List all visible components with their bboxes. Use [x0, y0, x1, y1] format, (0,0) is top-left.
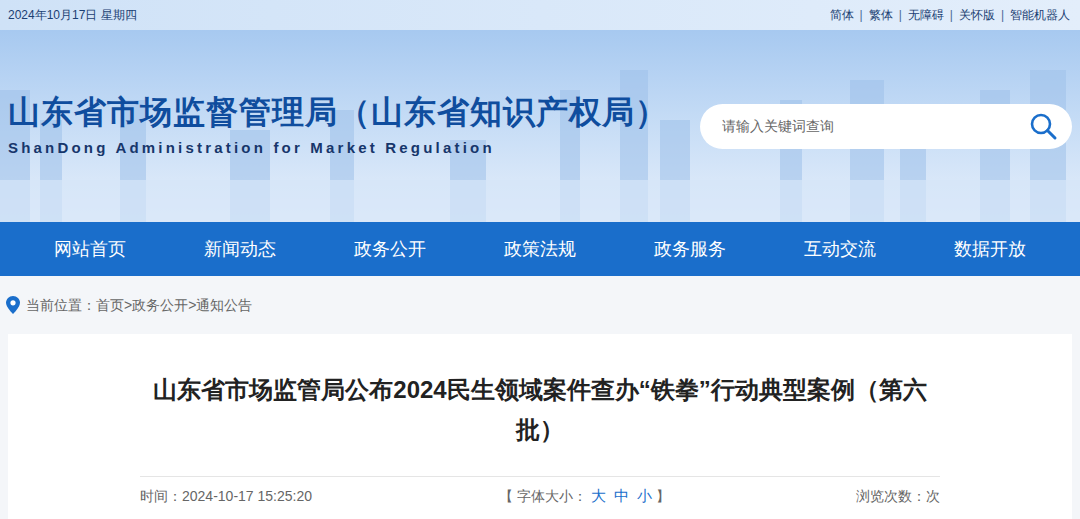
- separator: |: [1001, 6, 1004, 24]
- breadcrumb-item[interactable]: 政务公开: [132, 295, 188, 316]
- font-size-control: 【 字体大小： 大中小 】: [499, 485, 670, 508]
- top-link[interactable]: 简体: [830, 6, 854, 24]
- top-bar: 2024年10月17日 星期四 简体 | 繁体 | 无障碍 | 关怀版 | 智能机器人: [0, 0, 1080, 30]
- separator: |: [899, 6, 902, 24]
- site-title-block: 山东省市场监督管理局（山东省知识产权局） ShanDong Administra…: [8, 93, 668, 160]
- breadcrumb: 当前位置：首页>政务公开>通知公告: [0, 276, 1080, 334]
- banner: 山东省市场监督管理局（山东省知识产权局） ShanDong Administra…: [0, 30, 1080, 222]
- separator: |: [860, 6, 863, 24]
- nav-item[interactable]: 政务服务: [615, 222, 765, 276]
- search-box: [700, 104, 1072, 149]
- nav-item[interactable]: 政策法规: [465, 222, 615, 276]
- top-link[interactable]: 繁体: [869, 6, 893, 24]
- nav-item[interactable]: 互动交流: [765, 222, 915, 276]
- font-size-option[interactable]: 小: [637, 485, 652, 508]
- article-title: 山东省市场监管局公布2024民生领域案件查办“铁拳”行动典型案例（第六批）: [140, 370, 940, 450]
- breadcrumb-separator: >: [188, 295, 196, 316]
- breadcrumb-item[interactable]: 首页: [96, 295, 124, 316]
- nav-item[interactable]: 数据开放: [915, 222, 1065, 276]
- font-size-label: 字体大小：: [517, 486, 587, 507]
- article-meta: 时间：2024-10-17 15:25:20 【 字体大小： 大中小 】 浏览次…: [140, 476, 940, 508]
- breadcrumb-separator: >: [124, 295, 132, 316]
- top-link[interactable]: 智能机器人: [1010, 6, 1070, 24]
- top-link[interactable]: 关怀版: [959, 6, 995, 24]
- main-nav: 网站首页新闻动态政务公开政策法规政务服务互动交流数据开放: [0, 222, 1080, 276]
- breadcrumb-label: 当前位置：: [26, 295, 96, 316]
- publish-time: 时间：2024-10-17 15:25:20: [140, 486, 312, 507]
- nav-item[interactable]: 新闻动态: [165, 222, 315, 276]
- bracket: 【: [499, 486, 513, 507]
- nav-item[interactable]: 政务公开: [315, 222, 465, 276]
- top-link[interactable]: 无障碍: [908, 6, 944, 24]
- separator: |: [950, 6, 953, 24]
- font-size-option[interactable]: 大: [591, 485, 606, 508]
- top-links: 简体 | 繁体 | 无障碍 | 关怀版 | 智能机器人: [830, 6, 1073, 24]
- site-title: 山东省市场监督管理局（山东省知识产权局）: [8, 93, 668, 131]
- nav-item[interactable]: 网站首页: [15, 222, 165, 276]
- bracket: 】: [656, 486, 670, 507]
- article-card: 山东省市场监管局公布2024民生领域案件查办“铁拳”行动典型案例（第六批） 时间…: [8, 334, 1072, 519]
- breadcrumb-item[interactable]: 通知公告: [196, 295, 252, 316]
- location-icon: [6, 296, 20, 314]
- view-count: 浏览次数：次: [856, 486, 940, 507]
- date: 2024年10月17日 星期四: [8, 6, 137, 24]
- font-size-option[interactable]: 中: [614, 485, 629, 508]
- site-subtitle: ShanDong Administration for Market Regul…: [8, 137, 668, 160]
- search-icon[interactable]: [1028, 111, 1058, 141]
- search-input[interactable]: [722, 116, 1028, 137]
